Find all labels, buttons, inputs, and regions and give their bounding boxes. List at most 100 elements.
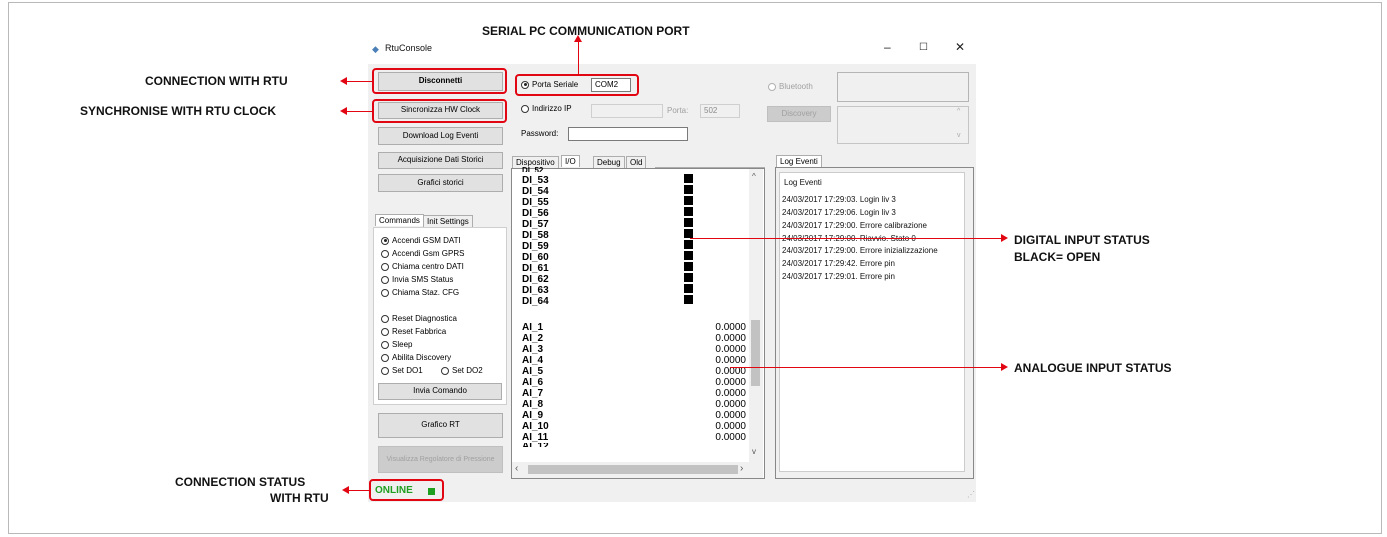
annotation-line [346,111,372,112]
radio-selected-icon [381,236,389,245]
annotation-line [348,490,369,491]
minimize-button[interactable]: – [884,40,891,54]
radio-icon [441,366,449,375]
scroll-down-icon[interactable]: v [752,447,756,456]
ip-address-option[interactable]: Indirizzo IP [521,104,572,113]
command-option[interactable]: Accendi Gsm GPRS [381,249,464,258]
analog-input-value: 0.0000 [715,377,746,388]
digital-input-label: DI_61 [522,263,549,274]
annotation-analog: ANALOGUE INPUT STATUS [1014,361,1172,375]
digital-input-label: DI_60 [522,252,549,263]
scroll-right-icon[interactable]: › [740,463,743,474]
download-log-button[interactable]: Download Log Eventi [378,127,503,145]
maximize-button[interactable]: ☐ [919,42,928,53]
digital-status-indicator [684,251,693,260]
highlight-status [369,479,444,501]
radio-icon [381,353,389,362]
history-charts-button[interactable]: Grafici storici [378,174,503,192]
annotation-connection: CONNECTION WITH RTU [145,74,288,88]
annotation-status-2: WITH RTU [270,491,329,505]
ip-address-input [591,104,663,118]
radio-icon [381,327,389,336]
analog-input-value: 0.0000 [715,322,746,333]
discovery-button: Discovery [767,106,831,122]
acquire-history-button[interactable]: Acquisizione Dati Storici [378,152,503,169]
command-option[interactable]: Sleep [381,340,412,349]
log-entry: 24/03/2017 17:29:06. Login liv 3 [782,208,896,217]
port-input: 502 [700,104,740,118]
digital-status-indicator [684,174,693,183]
radio-icon [381,249,389,258]
radio-icon [381,314,389,323]
digital-input-label: DI_54 [522,186,549,197]
command-option[interactable]: Chiama Staz. CFG [381,288,459,297]
command-option[interactable]: Reset Diagnostica [381,314,457,323]
scrollbar-thumb[interactable] [528,465,738,474]
digital-status-indicator [684,185,693,194]
tab-io[interactable]: I/O [561,155,580,167]
command-option[interactable]: Chiama centro DATI [381,262,464,271]
radio-icon [381,366,389,375]
rt-chart-button[interactable]: Grafico RT [378,413,503,438]
window-title: RtuConsole [385,43,433,53]
analog-input-value: 0.0000 [715,388,746,399]
highlight-sync [372,99,507,123]
log-entry: 24/03/2017 17:29:42. Errore pin [782,259,895,268]
digital-status-indicator [684,273,693,282]
resize-grip-icon[interactable]: ⋰ [967,490,975,499]
tab-strip-line [655,167,765,168]
digital-status-indicator [684,207,693,216]
analog-input-label: AI_8 [522,399,544,410]
discovery-list[interactable] [837,106,969,144]
analog-input-label: AI_2 [522,333,544,344]
annotation-status-1: CONNECTION STATUS [175,475,306,489]
scroll-left-icon[interactable]: ‹ [515,463,518,474]
annotation-line [346,81,372,82]
password-label: Password: [521,129,559,138]
radio-icon [381,288,389,297]
log-entry: 24/03/2017 17:29:01. Errore pin [782,272,895,281]
command-option[interactable]: Abilita Discovery [381,353,451,362]
digital-input-label: DI_62 [522,274,549,285]
command-option[interactable]: Accendi GSM DATI [381,236,461,245]
tab-old[interactable]: Old [626,156,647,168]
password-input[interactable] [568,127,688,141]
digital-status-indicator [684,196,693,205]
analog-input-label: AI_4 [522,355,544,366]
pressure-regulator-button: Visualizza Regolatore di Pressione [378,446,503,473]
tab-debug[interactable]: Debug [593,156,625,168]
arrow-right-icon [1001,234,1008,242]
tab-commands[interactable]: Commands [375,214,424,226]
highlight-disconnect [372,68,507,94]
bluetooth-option: Bluetooth [768,82,813,91]
command-option[interactable]: Invia SMS Status [381,275,453,284]
analog-input-value: 0.0000 [715,355,746,366]
close-button[interactable]: ✕ [955,40,965,54]
annotation-digital-legend: BLACK= OPEN [1014,250,1101,264]
analog-input-value: 0.0000 [715,432,746,443]
tab-log-events[interactable]: Log Eventi [776,155,822,167]
command-option[interactable]: Set DO1 [381,366,423,375]
io-vertical-scrollbar[interactable] [749,169,763,462]
radio-icon [381,275,389,284]
scroll-up-icon[interactable]: ^ [752,172,756,181]
send-command-button[interactable]: Invia Comando [378,383,502,400]
analog-input-value: 0.0000 [715,344,746,355]
annotation-line [578,41,579,74]
digital-input-label: DI_63 [522,285,549,296]
command-option[interactable]: Set DO2 [441,366,483,375]
scroll-up-icon: ^ [957,108,961,115]
highlight-serial-port [515,74,639,96]
annotation-line [690,238,1002,239]
analog-input-value: 0.0000 [715,421,746,432]
log-header: Log Eventi [784,178,822,187]
scrollbar-thumb[interactable] [751,320,760,386]
command-option[interactable]: Reset Fabbrica [381,327,446,336]
arrow-left-icon [340,77,347,85]
digital-input-label: DI_56 [522,208,549,219]
digital-input-label: DI_53 [522,175,549,186]
digital-status-indicator [684,284,693,293]
radio-icon [768,82,776,91]
digital-status-indicator [684,240,693,249]
tab-init-settings[interactable]: Init Settings [423,215,473,227]
